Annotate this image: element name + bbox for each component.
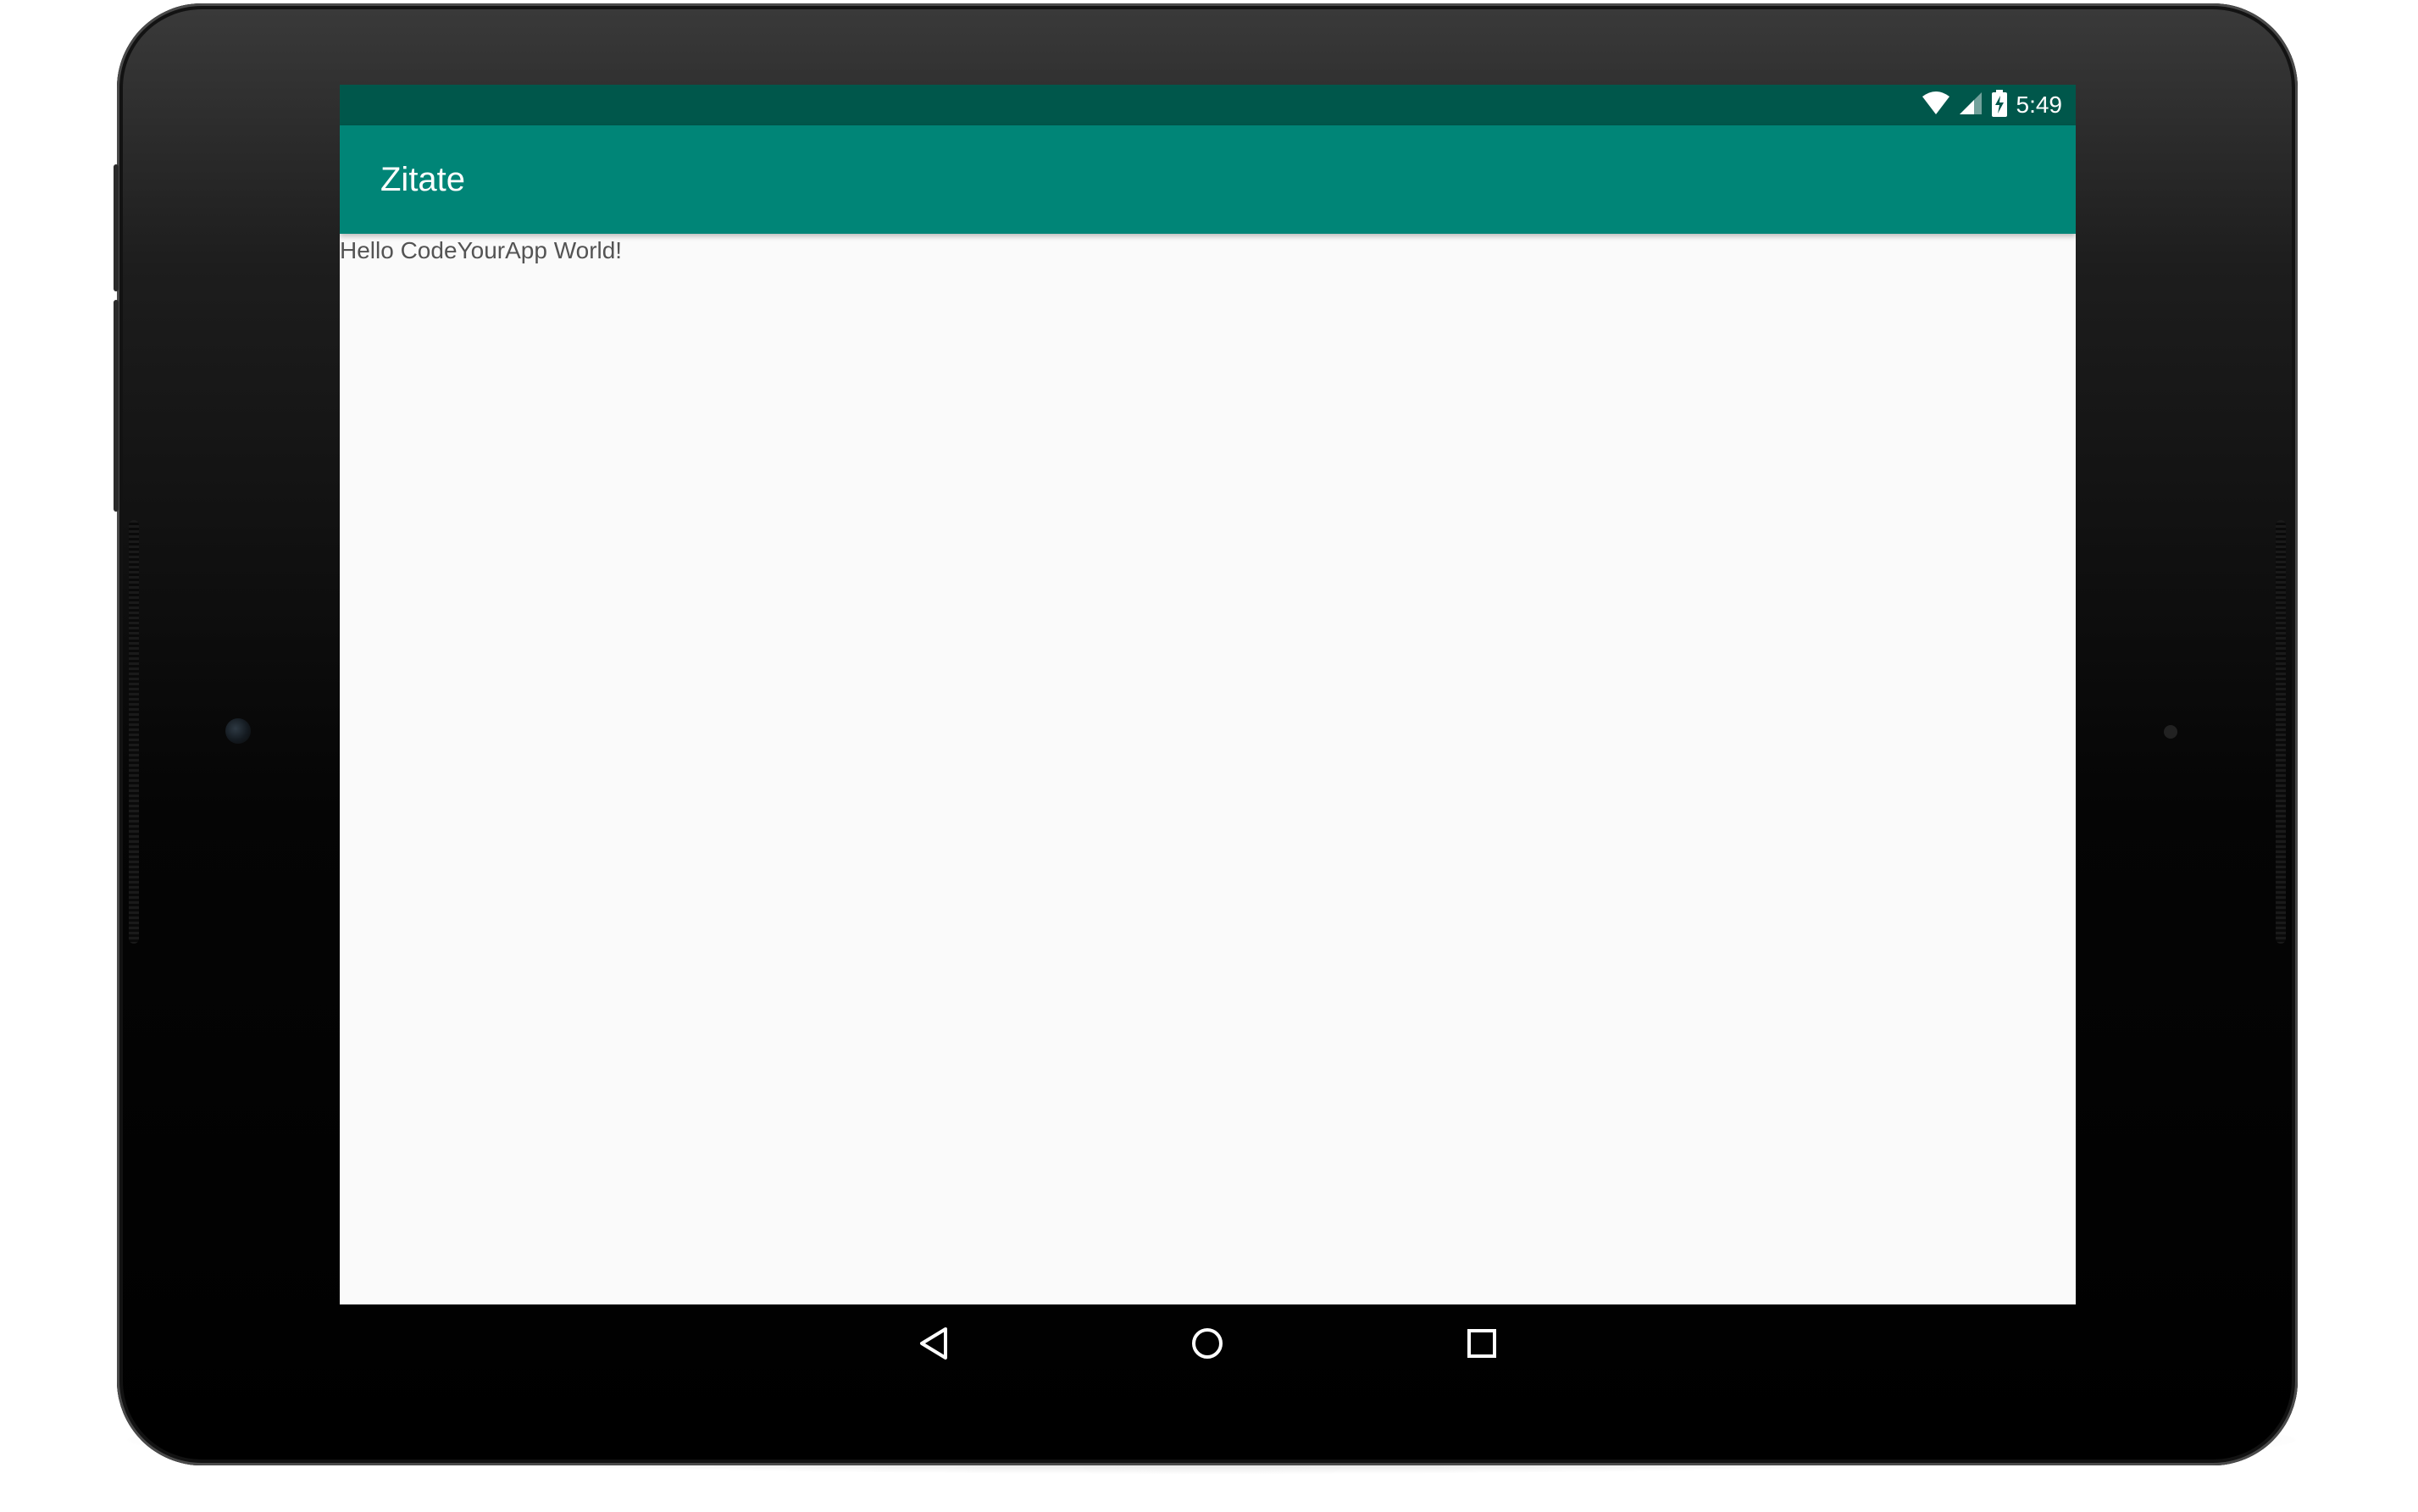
battery-charging-icon bbox=[1991, 89, 2008, 121]
home-icon bbox=[1190, 1326, 1224, 1365]
status-bar: 5:49 bbox=[340, 85, 2076, 125]
status-icons: 5:49 bbox=[1922, 85, 2063, 125]
left-speaker-grille bbox=[129, 520, 139, 944]
app-title: Zitate bbox=[380, 161, 466, 198]
power-button bbox=[114, 164, 119, 291]
main-content: Hello CodeYourApp World! bbox=[340, 234, 2076, 1304]
back-icon bbox=[918, 1326, 949, 1365]
device-frame-stage: 5:49 Zitate Hello CodeYourApp World! bbox=[0, 0, 2418, 1512]
right-speaker-grille bbox=[2276, 520, 2286, 944]
device-screen: 5:49 Zitate Hello CodeYourApp World! bbox=[340, 85, 2076, 1304]
recents-icon bbox=[1467, 1328, 1497, 1363]
light-sensor bbox=[2164, 725, 2177, 739]
status-time: 5:49 bbox=[2016, 91, 2063, 118]
front-camera bbox=[225, 718, 251, 744]
navigation-bar bbox=[340, 1304, 2076, 1386]
home-button[interactable] bbox=[1167, 1304, 1248, 1386]
cell-signal-icon bbox=[1959, 91, 1983, 119]
hello-text: Hello CodeYourApp World! bbox=[340, 237, 623, 263]
wifi-icon bbox=[1922, 91, 1950, 119]
volume-button bbox=[114, 300, 119, 512]
back-button[interactable] bbox=[893, 1304, 974, 1386]
recents-button[interactable] bbox=[1441, 1304, 1522, 1386]
app-toolbar: Zitate bbox=[340, 125, 2076, 234]
